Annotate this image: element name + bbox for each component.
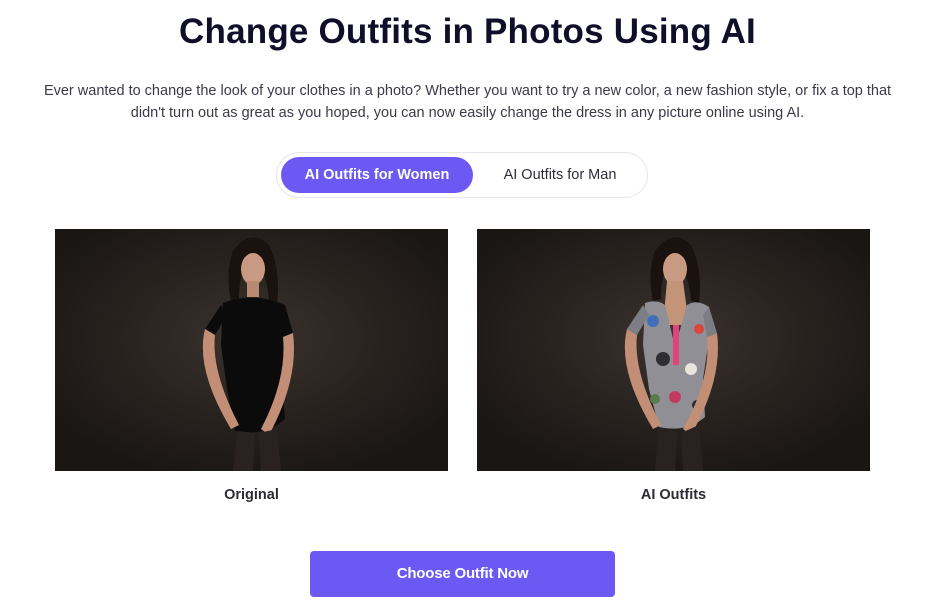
tab-ai-outfits-man[interactable]: AI Outfits for Man [477,157,643,193]
outfit-category-tabs: AI Outfits for Women AI Outfits for Man [276,152,648,198]
original-photo-image [55,229,448,471]
description-line-2: didn't turn out as great as you hoped, y… [130,105,805,121]
original-photo [55,229,448,471]
original-caption: Original [224,487,279,503]
choose-outfit-button[interactable]: Choose Outfit Now [310,551,615,597]
ai-outfits-caption: AI Outfits [640,487,707,503]
ai-outfit-photo [477,229,870,471]
description-line-1: Ever wanted to change the look of your c… [43,83,892,99]
page-description: Ever wanted to change the look of your c… [0,80,935,124]
ai-outfit-photo-image [477,229,870,471]
page-title: Change Outfits in Photos Using AI [179,12,756,51]
tab-ai-outfits-women[interactable]: AI Outfits for Women [281,157,473,193]
